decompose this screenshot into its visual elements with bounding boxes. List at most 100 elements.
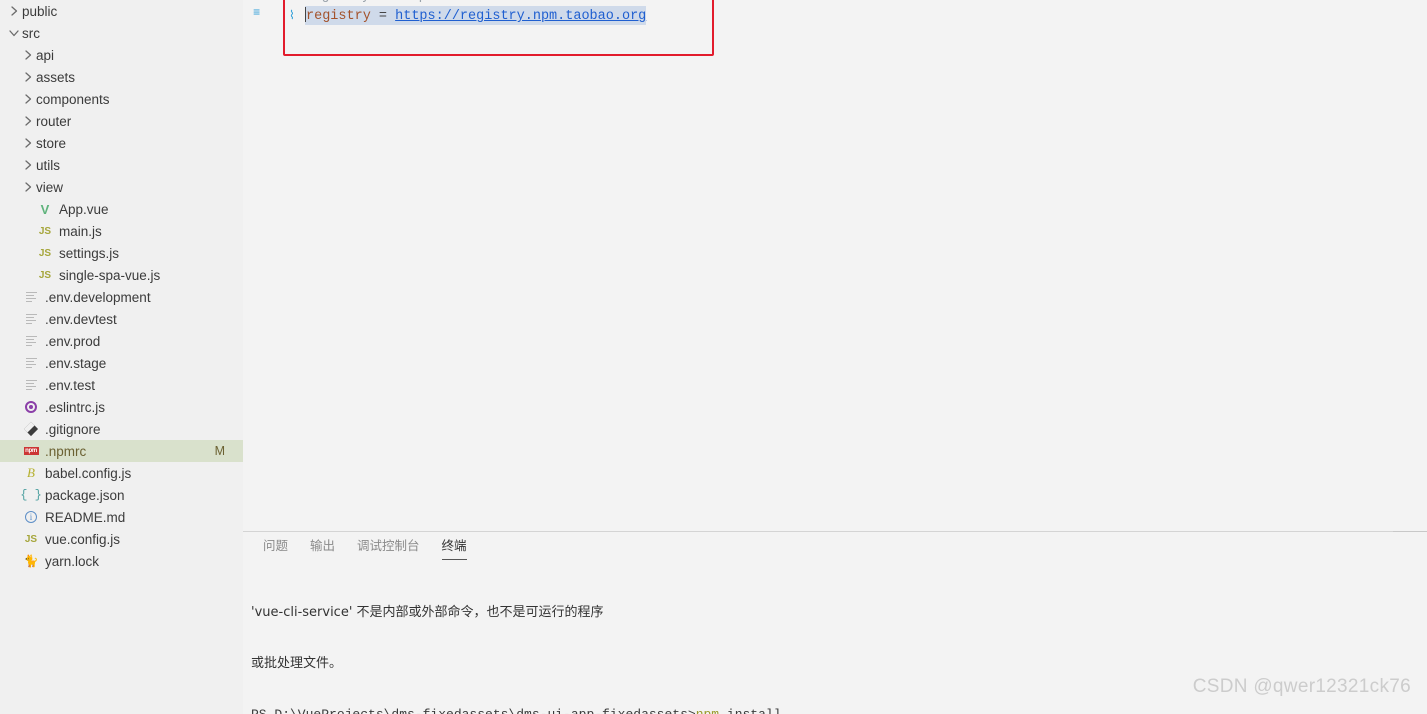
terminal-line-error-2: 或批处理文件。 (251, 655, 1427, 672)
tree-item-single-spa-vue-js[interactable]: JS single-spa-vue.js (0, 264, 243, 286)
tree-item-env-prod[interactable]: .env.prod (0, 330, 243, 352)
tree-item-env-stage[interactable]: .env.stage (0, 352, 243, 374)
terminal-prompt-path: PS D:\VueProjects\dms-fixedassets\dms-ui… (251, 707, 696, 714)
terminal-error-text-1: 'vue-cli-service' 不是内部或外部命令，也不是可运行的程序 (251, 605, 604, 620)
yarn-file-icon: 🐈 (23, 554, 39, 568)
tree-item-label: store (36, 135, 67, 151)
assignment-operator-token: = (370, 9, 396, 24)
tree-item-src[interactable]: src (0, 22, 243, 44)
tree-item-label: .env.development (45, 289, 151, 305)
terminal-output[interactable]: 'vue-cli-service' 不是内部或外部命令，也不是可运行的程序 或批… (243, 560, 1427, 714)
chevron-right-icon[interactable] (20, 49, 36, 61)
panel-tab-output[interactable]: 输出 (310, 533, 335, 560)
tree-item-view[interactable]: view (0, 176, 243, 198)
clipped-code-text: registry = https:// (289, 0, 459, 4)
tree-item-npmrc[interactable]: npm .npmrc M (0, 440, 243, 462)
tree-item-gitignore[interactable]: .gitignore (0, 418, 243, 440)
config-file-icon (22, 332, 40, 350)
tree-item-label: .env.stage (45, 355, 107, 371)
tree-item-label: .env.prod (45, 333, 101, 349)
bottom-panel[interactable]: 问题 输出 调试控制台 终端 'vue-cli-service' 不是内部或外部命令，… (243, 532, 1427, 714)
json-file-icon: { } (20, 488, 42, 502)
tree-item-label: App.vue (59, 201, 109, 217)
js-file-icon: JS (38, 247, 52, 259)
eslint-file-icon (22, 398, 40, 416)
tree-item-eslintrc-js[interactable]: .eslintrc.js (0, 396, 243, 418)
tree-item-label: yarn.lock (45, 553, 100, 569)
registry-url-token: https://registry.npm.taobao.org (395, 9, 647, 24)
tree-item-label: .npmrc (45, 443, 87, 459)
tree-item-utils[interactable]: utils (0, 154, 243, 176)
npm-file-icon: npm (23, 447, 39, 455)
tree-item-settings-js[interactable]: JS settings.js (0, 242, 243, 264)
config-file-icon (22, 288, 40, 306)
chevron-right-icon[interactable] (20, 137, 36, 149)
tree-item-label: router (36, 113, 72, 129)
tree-item-label: main.js (59, 223, 102, 239)
tree-item-router[interactable]: router (0, 110, 243, 132)
code-line-registry[interactable]: ⌇ registry = https://registry.npm.taobao… (289, 6, 647, 25)
tree-item-label: api (36, 47, 55, 63)
tree-item-label: assets (36, 69, 76, 85)
tree-item-label: src (22, 25, 40, 41)
chevron-right-icon[interactable] (20, 181, 36, 193)
tree-item-public[interactable]: public (0, 0, 243, 22)
tree-item-label: single-spa-vue.js (59, 267, 161, 283)
terminal-error-text-2: 或批处理文件。 (251, 656, 343, 671)
panel-tab-bar[interactable]: 问题 输出 调试控制台 终端 (243, 532, 1427, 560)
chevron-right-icon[interactable] (20, 159, 36, 171)
tree-item-app-vue[interactable]: V App.vue (0, 198, 243, 220)
tree-item-label: vue.config.js (45, 531, 121, 547)
code-editor[interactable]: registry = https:// ≡ ⌇ registry = https… (243, 0, 1427, 532)
tree-item-env-development[interactable]: .env.development (0, 286, 243, 308)
config-file-icon (22, 376, 40, 394)
js-file-icon: JS (38, 269, 52, 281)
tree-item-store[interactable]: store (0, 132, 243, 154)
tree-item-main-js[interactable]: JS main.js (0, 220, 243, 242)
chevron-right-icon[interactable] (20, 115, 36, 127)
file-tree[interactable]: public src api assets components router store u… (0, 0, 243, 572)
chevron-right-icon[interactable] (20, 93, 36, 105)
tree-item-label: .eslintrc.js (45, 399, 106, 415)
terminal-command-name: npm (696, 707, 719, 714)
indent-guide-icon: ⌇ (289, 9, 295, 23)
terminal-line-error-1: 'vue-cli-service' 不是内部或外部命令，也不是可运行的程序 (251, 604, 1427, 621)
tree-item-babel-config-js[interactable]: Bbabel.config.js (0, 462, 243, 484)
file-explorer-sidebar[interactable]: public src api assets components router store u… (0, 0, 243, 714)
config-key-token: registry (306, 9, 371, 24)
tree-item-label: .env.devtest (45, 311, 117, 327)
tree-item-assets[interactable]: assets (0, 66, 243, 88)
chevron-right-icon[interactable] (6, 5, 22, 17)
tree-item-api[interactable]: api (0, 44, 243, 66)
tree-item-readme-md[interactable]: i README.md (0, 506, 243, 528)
tree-item-label: .gitignore (45, 421, 101, 437)
tree-item-env-devtest[interactable]: .env.devtest (0, 308, 243, 330)
tree-item-vue-config-js[interactable]: JS vue.config.js (0, 528, 243, 550)
tree-item-env-test[interactable]: .env.test (0, 374, 243, 396)
tree-item-label: settings.js (59, 245, 120, 261)
tree-item-label: package.json (45, 487, 125, 503)
tree-item-label: view (36, 179, 64, 195)
js-file-icon: JS (24, 533, 38, 545)
terminal-command-args: install (719, 707, 782, 714)
line-number-gutter-icon: ≡ (253, 6, 261, 20)
panel-tab-problems[interactable]: 问题 (263, 533, 288, 560)
tree-item-package-json[interactable]: { } package.json (0, 484, 243, 506)
tree-item-label: components (36, 91, 110, 107)
readme-file-icon: i (22, 508, 40, 526)
tree-item-label: utils (36, 157, 61, 173)
tree-item-yarn-lock[interactable]: 🐈 yarn.lock (0, 550, 243, 572)
vscode-window: public src api assets components router store u… (0, 0, 1427, 714)
tree-item-label: README.md (45, 509, 126, 525)
tree-item-label: public (22, 3, 58, 19)
panel-tab-debug-console[interactable]: 调试控制台 (357, 533, 420, 560)
chevron-down-icon[interactable] (6, 27, 22, 39)
chevron-right-icon[interactable] (20, 71, 36, 83)
tree-item-label: babel.config.js (45, 465, 132, 481)
clipped-code-line: registry = https:// (289, 0, 459, 4)
tree-item-components[interactable]: components (0, 88, 243, 110)
tree-item-label: .env.test (45, 377, 96, 393)
selected-code-text[interactable]: registry = https://registry.npm.taobao.o… (305, 6, 647, 25)
git-file-icon (22, 420, 40, 438)
panel-tab-terminal[interactable]: 终端 (441, 533, 467, 560)
